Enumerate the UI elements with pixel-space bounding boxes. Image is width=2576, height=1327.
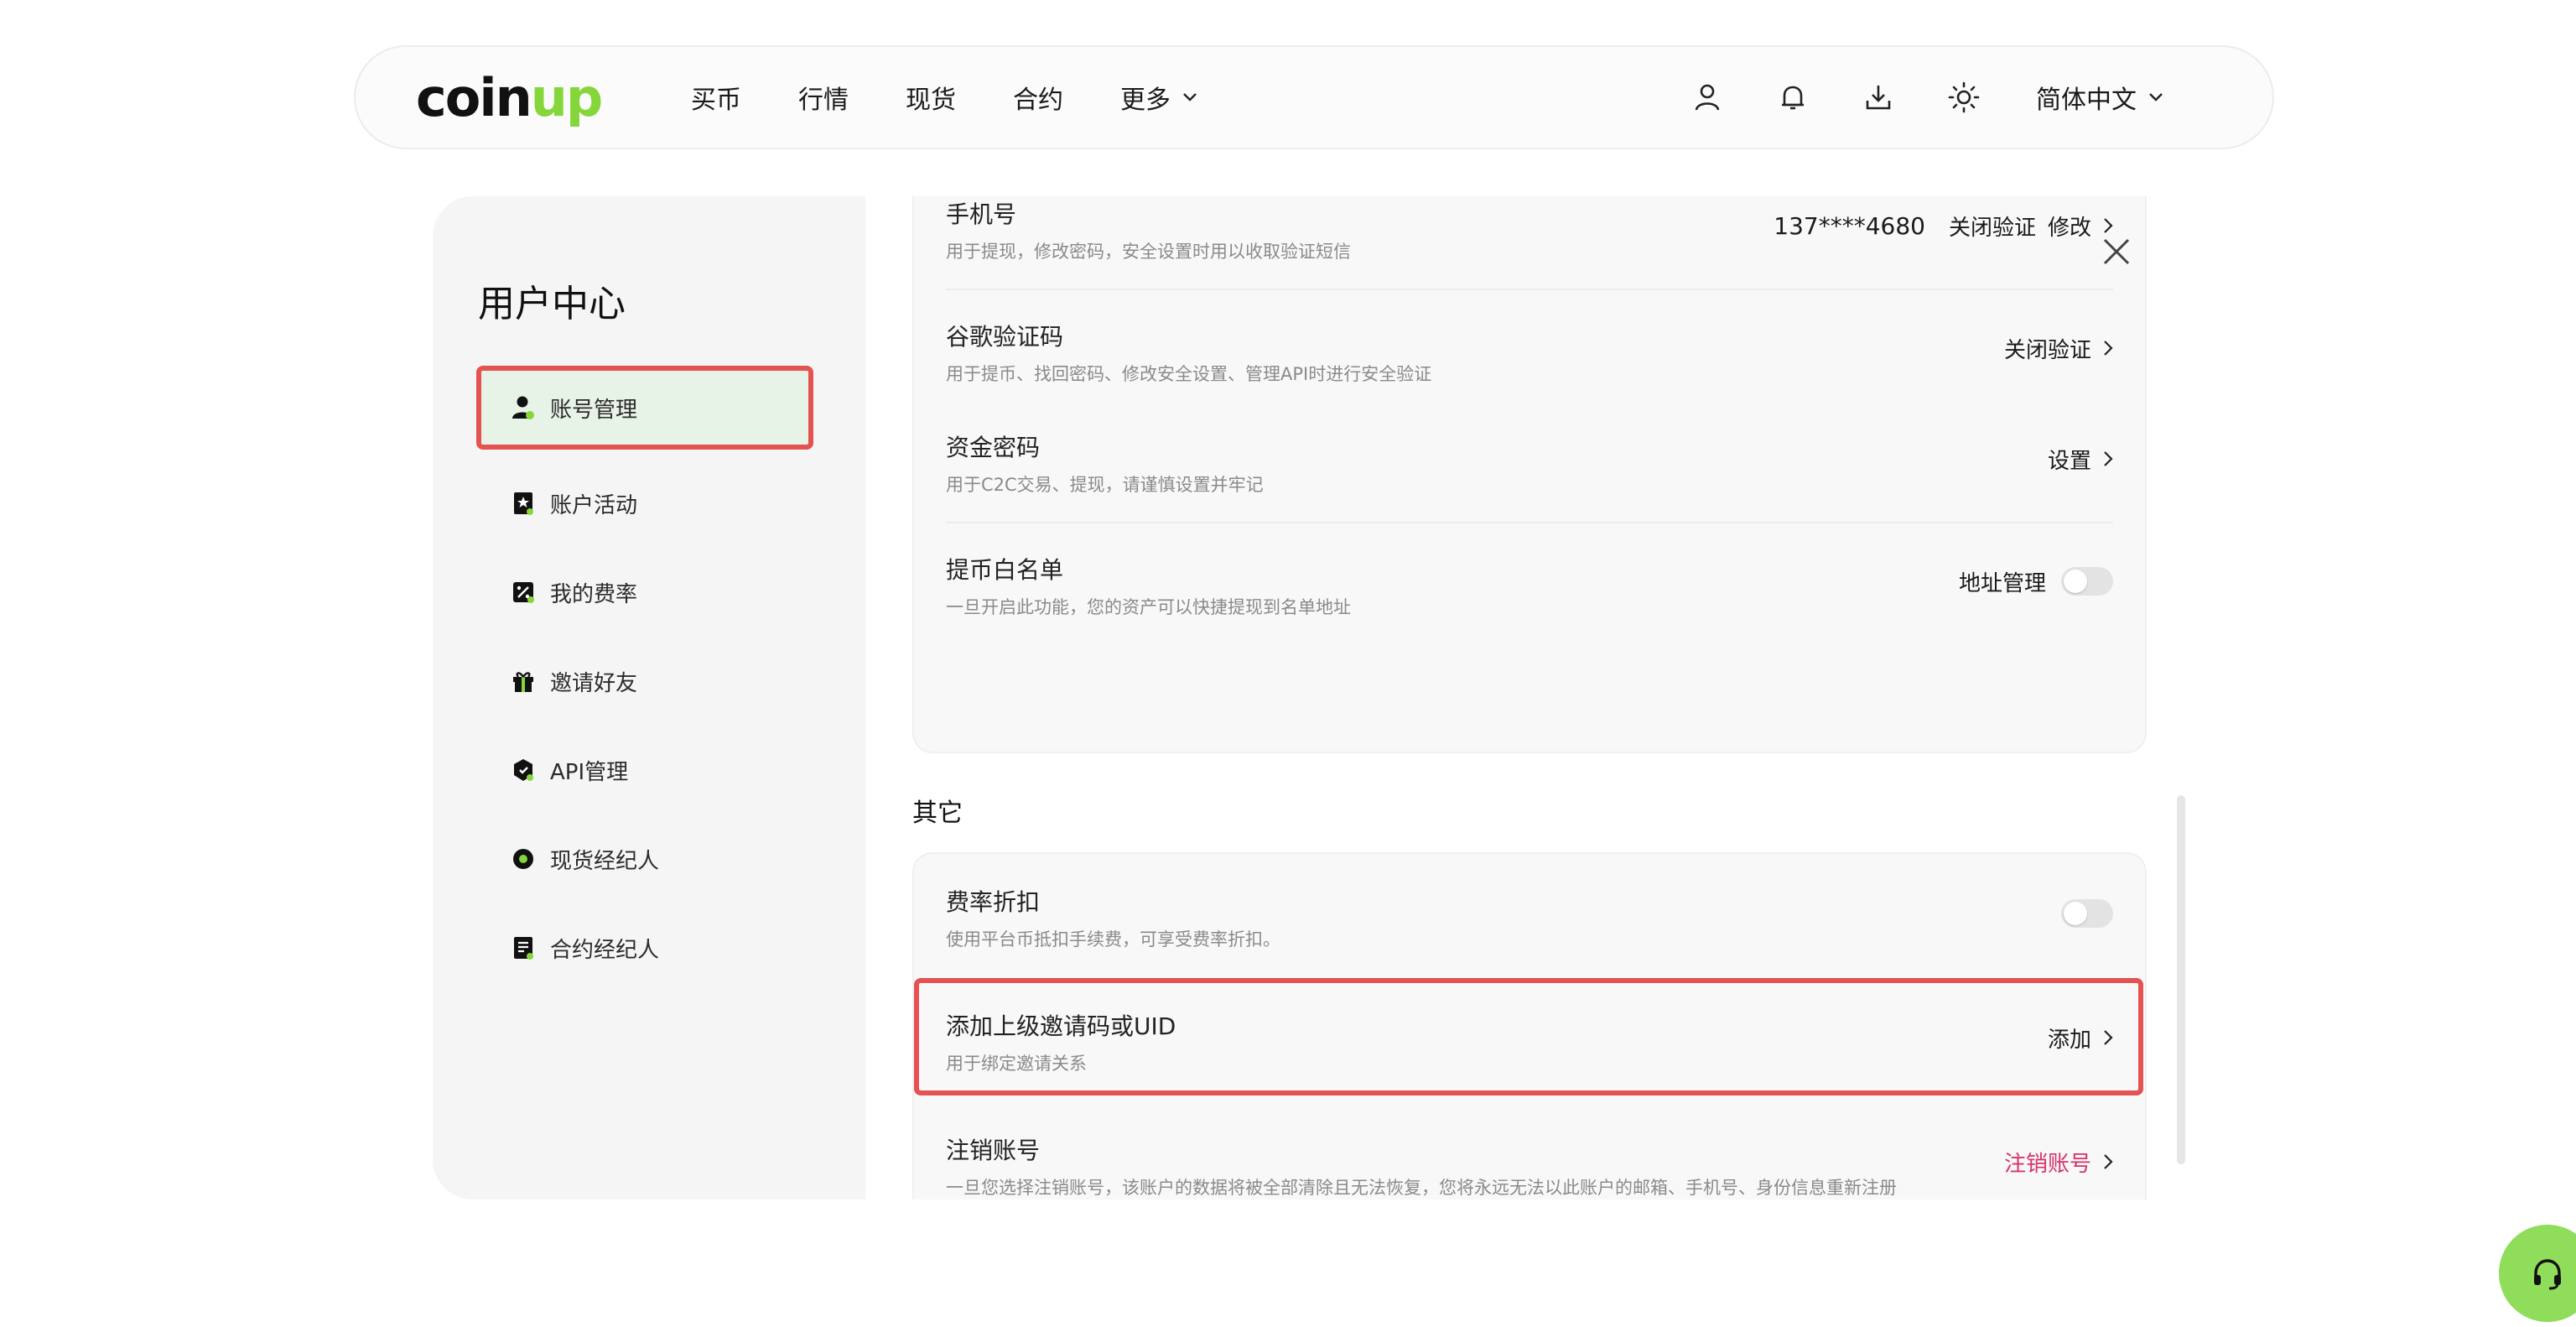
fund-password-title: 资金密码 [946, 434, 1041, 461]
fee-discount-toggle[interactable] [2061, 899, 2113, 928]
google-auth-desc: 用于提币、找回密码、修改安全设置、管理API时进行安全验证 [946, 364, 1432, 384]
fund-password-set-button[interactable]: 设置 [2048, 429, 2113, 488]
sidebar-item-label: 账户活动 [550, 492, 638, 518]
sidebar-item-label: 邀请好友 [550, 670, 638, 696]
whitelist-actions: 地址管理 [1959, 552, 2113, 611]
content-scrollbar[interactable] [2177, 795, 2185, 1164]
download-icon[interactable] [1853, 72, 1903, 122]
logo-text-main: coin [416, 66, 532, 128]
fee-discount-title: 费率折扣 [946, 888, 1041, 916]
divider [946, 522, 2113, 523]
phone-value: 137****4680 [1774, 211, 1925, 240]
fee-discount-desc: 使用平台币抵扣手续费，可享受费率折扣。 [946, 929, 1280, 950]
chevron-right-icon [2104, 218, 2113, 233]
whitelist-toggle[interactable] [2061, 567, 2113, 596]
language-selector[interactable]: 简体中文 [2036, 79, 2163, 116]
language-label: 简体中文 [2036, 86, 2137, 115]
nav-links: 买币 行情 现货 合约 更多 [691, 47, 1254, 148]
sidebar-item-label: 我的费率 [550, 581, 638, 607]
google-auth-row: 谷歌验证码 用于提币、找回密码、修改安全设置、管理API时进行安全验证 关闭验证 [946, 319, 2113, 384]
sidebar-item-contract-broker[interactable]: 合约经纪人 [476, 906, 813, 990]
user-center-sidebar: 用户中心 账号管理 账户活动 我的费率 邀请好友 API管理 现货经纪人 合约经… [433, 196, 865, 1200]
nav-more-label: 更多 [1120, 86, 1171, 115]
percent-icon [510, 579, 537, 606]
chevron-down-icon [2149, 93, 2163, 101]
api-icon [510, 757, 537, 783]
sidebar-item-api-management[interactable]: API管理 [476, 728, 813, 812]
customer-support-button[interactable] [2499, 1225, 2576, 1322]
nav-spot[interactable]: 现货 [906, 79, 956, 116]
phone-actions: 137****4680 关闭验证 修改 [1774, 196, 2113, 255]
fund-password-row: 资金密码 用于C2C交易、提现，请谨慎设置并牢记 设置 [946, 429, 2113, 495]
google-auth-action-label: 关闭验证 [2003, 337, 2091, 363]
sidebar-item-invite-friends[interactable]: 邀请好友 [476, 639, 813, 723]
fee-discount-actions [2046, 884, 2113, 943]
headset-icon [2534, 1259, 2561, 1290]
contract-broker-icon [510, 934, 537, 961]
fund-password-desc: 用于C2C交易、提现，请谨慎设置并牢记 [946, 475, 1264, 495]
delete-account-row: 注销账号 一旦您选择注销账号，该账户的数据将被全部清除且无法恢复，您将永远无法以… [946, 1132, 2113, 1198]
top-navigation: coin up 买币 行情 现货 合约 更多 简体中文 [354, 45, 2274, 149]
sidebar-title: 用户中心 [478, 283, 626, 325]
gift-icon [510, 668, 537, 695]
chevron-down-icon [1183, 93, 1197, 101]
whitelist-title: 提币白名单 [946, 556, 1064, 584]
logo-text-accent: up [530, 66, 604, 128]
bookmark-icon [510, 490, 537, 517]
chevron-right-icon [2104, 451, 2113, 466]
delete-account-label: 注销账号 [2003, 1151, 2091, 1177]
withdrawal-whitelist-row: 提币白名单 一旦开启此功能，您的资产可以快捷提现到名单地址 地址管理 [946, 552, 2113, 617]
chevron-right-icon [2104, 341, 2113, 356]
user-icon[interactable] [1682, 72, 1732, 122]
sidebar-item-account-activity[interactable]: 账户活动 [476, 461, 813, 545]
referral-row-highlight [914, 978, 2143, 1095]
close-icon[interactable] [2100, 235, 2133, 268]
nav-futures[interactable]: 合约 [1013, 79, 1063, 116]
divider [946, 289, 2113, 290]
address-management-link[interactable]: 地址管理 [1959, 566, 2046, 597]
sidebar-item-label: 现货经纪人 [550, 848, 660, 874]
spot-broker-icon [510, 846, 537, 872]
whitelist-desc: 一旦开启此功能，您的资产可以快捷提现到名单地址 [946, 597, 1351, 617]
other-section-title: 其它 [912, 799, 963, 828]
phone-row: 手机号 用于提现，修改密码，安全设置时用以收取验证短信 137****4680 … [946, 196, 2113, 262]
phone-disable-verification-button[interactable]: 关闭验证 [1949, 211, 2036, 242]
google-auth-disable-button[interactable]: 关闭验证 [2004, 319, 2113, 377]
delete-account-desc: 一旦您选择注销账号，该账户的数据将被全部清除且无法恢复，您将永远无法以此账户的邮… [946, 1178, 1897, 1198]
sidebar-item-spot-broker[interactable]: 现货经纪人 [476, 817, 813, 901]
nav-buy-crypto[interactable]: 买币 [691, 79, 741, 116]
sidebar-item-label: API管理 [550, 759, 629, 785]
phone-edit-button[interactable]: 修改 [2048, 211, 2091, 242]
fund-password-action-label: 设置 [2047, 448, 2091, 474]
sidebar-item-my-fee-rate[interactable]: 我的费率 [476, 550, 813, 634]
google-auth-title: 谷歌验证码 [946, 323, 1064, 351]
fee-discount-row: 费率折扣 使用平台币抵扣手续费，可享受费率折扣。 [946, 884, 2113, 950]
delete-account-button[interactable]: 注销账号 [2004, 1132, 2113, 1191]
coinup-logo[interactable]: coin up [416, 67, 603, 128]
sun-icon[interactable] [1939, 72, 1989, 122]
security-settings-panel: 手机号 用于提现，修改密码，安全设置时用以收取验证短信 137****4680 … [912, 196, 2147, 753]
account-management-content: 手机号 用于提现，修改密码，安全设置时用以收取验证短信 137****4680 … [865, 196, 2207, 1200]
bell-icon[interactable] [1768, 72, 1818, 122]
nav-markets[interactable]: 行情 [798, 79, 849, 116]
sidebar-item-label: 合约经纪人 [550, 937, 660, 963]
sidebar-item-account-management[interactable]: 账号管理 [476, 366, 813, 450]
delete-account-title: 注销账号 [946, 1137, 1041, 1164]
chevron-right-icon [2104, 1154, 2113, 1169]
sidebar-item-label: 账号管理 [550, 397, 638, 423]
user-icon [510, 394, 537, 421]
nav-actions: 简体中文 [1647, 47, 2163, 148]
nav-more[interactable]: 更多 [1120, 79, 1197, 116]
